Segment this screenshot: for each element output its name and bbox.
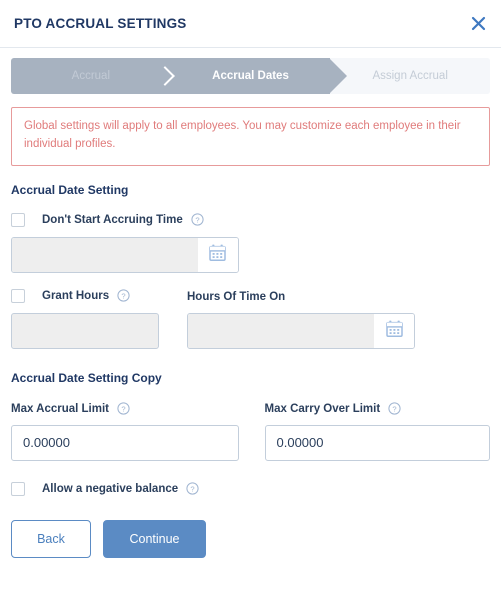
grant-hours-check-row: Grant Hours ? xyxy=(11,287,159,305)
continue-button[interactable]: Continue xyxy=(103,519,206,558)
modal-header: PTO ACCRUAL SETTINGS xyxy=(0,0,501,48)
dont-start-accruing-date-input[interactable] xyxy=(12,237,198,272)
limits-row: Max Accrual Limit ? 0.00000 Max Carry Ov… xyxy=(11,385,490,461)
max-accrual-limit-label-row: Max Accrual Limit ? xyxy=(11,401,239,417)
dont-start-accruing-spacer xyxy=(265,229,491,273)
calendar-icon xyxy=(385,320,403,342)
grant-hours-input[interactable] xyxy=(11,312,159,349)
dont-start-accruing-date-field[interactable] xyxy=(11,236,239,273)
section-title-accrual-date-setting-copy: Accrual Date Setting Copy xyxy=(11,370,162,385)
max-carry-over-limit-label: Max Carry Over Limit xyxy=(264,402,381,415)
step-accrual-dates-label: Accrual Dates xyxy=(212,70,289,82)
step-accrual[interactable]: Accrual xyxy=(11,58,171,94)
allow-negative-balance-checkbox[interactable] xyxy=(11,481,25,496)
max-accrual-limit-input[interactable]: 0.00000 xyxy=(11,424,239,461)
modal-body: Accrual Date Setting Don't Start Accruin… xyxy=(0,183,501,572)
calendar-picker-button[interactable] xyxy=(197,237,238,272)
dont-start-accruing-row: Don't Start Accruing Time ? xyxy=(11,211,490,229)
page-title: PTO ACCRUAL SETTINGS xyxy=(14,16,187,31)
max-carry-over-limit-col: Max Carry Over Limit ? 0.00000 xyxy=(264,385,491,461)
calendar-picker-button[interactable] xyxy=(374,313,414,348)
svg-text:?: ? xyxy=(121,404,125,413)
help-icon[interactable]: ? xyxy=(117,402,130,415)
dont-start-accruing-input-col xyxy=(11,229,239,273)
hours-of-time-on-label-row: Hours Of Time On xyxy=(187,289,415,305)
svg-text:?: ? xyxy=(121,291,125,300)
max-carry-over-limit-label-row: Max Carry Over Limit ? xyxy=(265,401,491,417)
stepper: Accrual Accrual Dates Assign Accrual xyxy=(11,58,490,94)
hours-of-time-on-label: Hours Of Time On xyxy=(187,290,286,303)
grant-hours-checkbox[interactable] xyxy=(11,288,25,303)
help-icon[interactable]: ? xyxy=(191,213,204,226)
help-icon[interactable]: ? xyxy=(186,482,199,495)
step-assign-accrual[interactable]: Assign Accrual xyxy=(330,58,490,94)
grant-hours-label: Grant Hours xyxy=(42,289,110,302)
hours-of-time-on-col: Hours Of Time On xyxy=(187,273,415,349)
footer-buttons: Back Continue xyxy=(11,519,490,572)
step-accrual-dates[interactable]: Accrual Dates xyxy=(170,58,347,94)
dont-start-accruing-checkbox[interactable] xyxy=(11,212,25,227)
help-icon[interactable]: ? xyxy=(117,289,130,302)
calendar-icon xyxy=(209,244,226,266)
max-accrual-limit-col: Max Accrual Limit ? 0.00000 xyxy=(11,385,239,461)
close-icon xyxy=(471,16,486,31)
step-accrual-label: Accrual xyxy=(71,70,111,82)
allow-negative-balance-label: Allow a negative balance xyxy=(42,482,179,495)
svg-text:?: ? xyxy=(191,484,195,493)
dont-start-accruing-input-row xyxy=(11,229,490,273)
close-button[interactable] xyxy=(467,13,489,35)
max-carry-over-limit-value: 0.00000 xyxy=(276,435,324,451)
grant-hours-row: Grant Hours ? Hours Of Time On xyxy=(11,273,490,349)
svg-text:?: ? xyxy=(393,404,397,413)
back-button[interactable]: Back xyxy=(11,519,91,558)
max-carry-over-limit-input[interactable]: 0.00000 xyxy=(264,424,490,461)
global-settings-alert: Global settings will apply to all employ… xyxy=(11,107,490,166)
help-icon[interactable]: ? xyxy=(388,402,401,415)
max-accrual-limit-value: 0.00000 xyxy=(23,435,70,451)
hours-of-time-on-field[interactable] xyxy=(187,312,415,349)
grant-hours-col: Grant Hours ? xyxy=(11,273,159,349)
section-title-accrual-date-setting: Accrual Date Setting xyxy=(11,182,129,197)
dont-start-accruing-label: Don't Start Accruing Time xyxy=(42,213,183,226)
step-assign-accrual-label: Assign Accrual xyxy=(372,70,448,82)
svg-text:?: ? xyxy=(195,215,199,224)
stepper-wrap: Accrual Accrual Dates Assign Accrual xyxy=(0,48,501,94)
max-accrual-limit-label: Max Accrual Limit xyxy=(11,402,109,415)
allow-negative-balance-row: Allow a negative balance ? xyxy=(11,480,490,498)
hours-of-time-on-input[interactable] xyxy=(188,313,374,348)
